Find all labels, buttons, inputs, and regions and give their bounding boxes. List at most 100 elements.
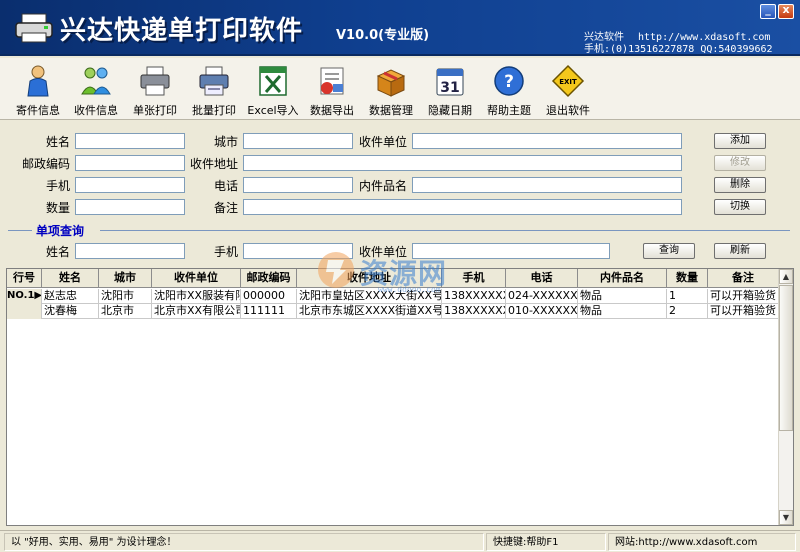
cell-phone: 024-XXXXXXXX bbox=[508, 289, 578, 304]
toolbar-exit-button[interactable]: EXIT 退出软件 bbox=[538, 60, 598, 118]
batch-printer-icon bbox=[199, 66, 229, 96]
title-bar: 兴达快递单打印软件 V10.0(专业版) 兴达软件 http://www.xdas… bbox=[0, 0, 800, 56]
edit-button[interactable]: 修改 bbox=[714, 155, 766, 171]
records-grid[interactable]: 行号 姓名 城市 收件单位 邮政编码 收件地址 手机 电话 内件品名 数量 备注… bbox=[6, 268, 794, 526]
cell-item: 物品 bbox=[578, 304, 667, 319]
cell-note: 可以开箱验货 bbox=[708, 304, 779, 319]
phone-input[interactable] bbox=[243, 177, 353, 193]
cell-zip: 111111 bbox=[241, 304, 297, 319]
printer-logo-icon bbox=[15, 13, 53, 43]
col-header[interactable]: 内件品名 bbox=[578, 269, 667, 288]
toolbar: 寄件信息 收件信息 单张打印 批量打印 Excel导入 数据导出 数据管理 31… bbox=[0, 58, 800, 120]
item-input[interactable] bbox=[412, 177, 682, 193]
zip-input[interactable] bbox=[75, 155, 185, 171]
person-icon bbox=[27, 65, 49, 97]
vertical-scrollbar[interactable]: ▲ ▼ bbox=[778, 269, 793, 525]
add-button[interactable]: 添加 bbox=[714, 133, 766, 149]
cell-zip: 000000 bbox=[241, 289, 297, 304]
cell-city: 北京市 bbox=[99, 304, 152, 319]
recv-addr-label: 收件地址 bbox=[189, 157, 238, 171]
section-divider bbox=[8, 230, 32, 231]
cell-recv-unit: 沈阳市XX服装有限 bbox=[154, 289, 241, 304]
scroll-down-icon[interactable]: ▼ bbox=[779, 510, 793, 525]
item-label: 内件品名 bbox=[358, 179, 407, 193]
brand-name: 兴达软件 bbox=[584, 32, 624, 43]
phone-label: 电话 bbox=[213, 179, 238, 193]
delete-button[interactable]: 删除 bbox=[714, 177, 766, 193]
brand-info: 兴达软件 http://www.xdasoft.com 手机:(0)1351622… bbox=[584, 32, 773, 56]
brand-url: http://www.xdasoft.com bbox=[638, 32, 771, 43]
toolbar-excel-import-button[interactable]: Excel导入 bbox=[243, 60, 303, 118]
qty-input[interactable] bbox=[75, 199, 185, 215]
scroll-up-icon[interactable]: ▲ bbox=[779, 269, 793, 284]
cell-name: 赵志忠 bbox=[42, 289, 99, 304]
recv-unit-input[interactable] bbox=[412, 133, 682, 149]
toolbar-data-export-button[interactable]: 数据导出 bbox=[302, 60, 362, 118]
col-header[interactable]: 数量 bbox=[667, 269, 708, 288]
cell-mobile: 138XXXXXXX1 bbox=[442, 304, 506, 319]
col-header[interactable]: 收件单位 bbox=[152, 269, 241, 288]
col-header[interactable]: 邮政编码 bbox=[241, 269, 297, 288]
zip-label: 邮政编码 bbox=[21, 157, 70, 171]
name-input[interactable] bbox=[75, 133, 185, 149]
scroll-thumb[interactable] bbox=[779, 285, 793, 431]
entry-form: 姓名 城市 收件单位 添加 邮政编码 收件地址 修改 手机 电话 内件品名 删除… bbox=[0, 122, 800, 268]
cell-city: 沈阳市 bbox=[99, 289, 152, 304]
search-button[interactable]: 查询 bbox=[643, 243, 695, 259]
contact-line: 手机:(0)13516227878 QQ:540399662 bbox=[584, 44, 773, 55]
col-header[interactable]: 行号 bbox=[7, 269, 42, 288]
help-icon: ? bbox=[494, 66, 524, 96]
toolbar-single-print-button[interactable]: 单张打印 bbox=[125, 60, 185, 118]
calendar-icon: 31 bbox=[436, 68, 464, 96]
watermark-logo: 资源网 www.ddooo.com bbox=[314, 248, 490, 294]
mobile-input[interactable] bbox=[75, 177, 185, 193]
status-hotkey: 快捷键:帮助F1 bbox=[486, 533, 606, 551]
excel-icon bbox=[259, 66, 287, 96]
col-header[interactable]: 备注 bbox=[708, 269, 779, 288]
cell-qty: 1 bbox=[667, 289, 708, 304]
toolbar-recipient-info-button[interactable]: 收件信息 bbox=[66, 60, 126, 118]
cell-recv-unit: 北京市XX有限公司 bbox=[154, 304, 241, 319]
close-button[interactable]: x bbox=[778, 3, 794, 19]
watermark-icon bbox=[318, 252, 354, 288]
toolbar-hide-date-button[interactable]: 31 隐藏日期 bbox=[420, 60, 480, 118]
toolbar-help-button[interactable]: ? 帮助主题 bbox=[479, 60, 539, 118]
app-title: 兴达快递单打印软件 bbox=[60, 16, 304, 46]
toolbar-batch-print-button[interactable]: 批量打印 bbox=[184, 60, 244, 118]
status-website: 网站:http://www.xdasoft.com bbox=[608, 533, 796, 551]
row-indicator: NO.1▶ bbox=[7, 289, 42, 304]
cell-phone: 010-XXXXXXXX bbox=[508, 304, 578, 319]
query-mobile-label: 手机 bbox=[213, 245, 238, 259]
recv-addr-input[interactable] bbox=[243, 155, 682, 171]
people-icon bbox=[81, 67, 111, 95]
toolbar-label: 退出软件 bbox=[546, 104, 590, 117]
query-name-input[interactable] bbox=[75, 243, 185, 259]
table-row[interactable]: 沈春梅 北京市 北京市XX有限公司 111111 北京市东城区XXXX街道XX号… bbox=[7, 304, 779, 319]
close-icon: x bbox=[782, 3, 790, 16]
status-bar: 以 "好用、实用、易用" 为设计理念！ 快捷键:帮助F1 网站:http://w… bbox=[0, 530, 800, 552]
switch-button[interactable]: 切换 bbox=[714, 199, 766, 215]
cell-item: 物品 bbox=[578, 289, 667, 304]
calendar-day: 31 bbox=[440, 80, 459, 96]
col-header[interactable]: 城市 bbox=[99, 269, 152, 288]
exit-sign-text: EXIT bbox=[559, 78, 577, 86]
col-header[interactable]: 姓名 bbox=[42, 269, 99, 288]
cell-qty: 2 bbox=[667, 304, 708, 319]
minimize-button[interactable]: _ bbox=[760, 3, 776, 19]
minimize-icon: _ bbox=[765, 3, 771, 16]
cell-recv-addr: 北京市东城区XXXX街道XX号 bbox=[299, 304, 442, 319]
status-slogan: 以 "好用、实用、易用" 为设计理念！ bbox=[4, 533, 484, 551]
row-indicator bbox=[7, 304, 42, 319]
query-name-label: 姓名 bbox=[45, 245, 70, 259]
city-input[interactable] bbox=[243, 133, 353, 149]
printer-icon bbox=[140, 66, 170, 96]
toolbar-data-manage-button[interactable]: 数据管理 bbox=[361, 60, 421, 118]
box-icon bbox=[376, 69, 406, 97]
toolbar-sender-info-button[interactable]: 寄件信息 bbox=[8, 60, 68, 118]
refresh-button[interactable]: 刷新 bbox=[714, 243, 766, 259]
query-section-title: 单项查询 bbox=[36, 224, 85, 238]
app-version: V10.0(专业版) bbox=[336, 28, 430, 43]
mobile-label: 手机 bbox=[45, 179, 70, 193]
note-input[interactable] bbox=[243, 199, 682, 215]
col-header[interactable]: 电话 bbox=[506, 269, 578, 288]
